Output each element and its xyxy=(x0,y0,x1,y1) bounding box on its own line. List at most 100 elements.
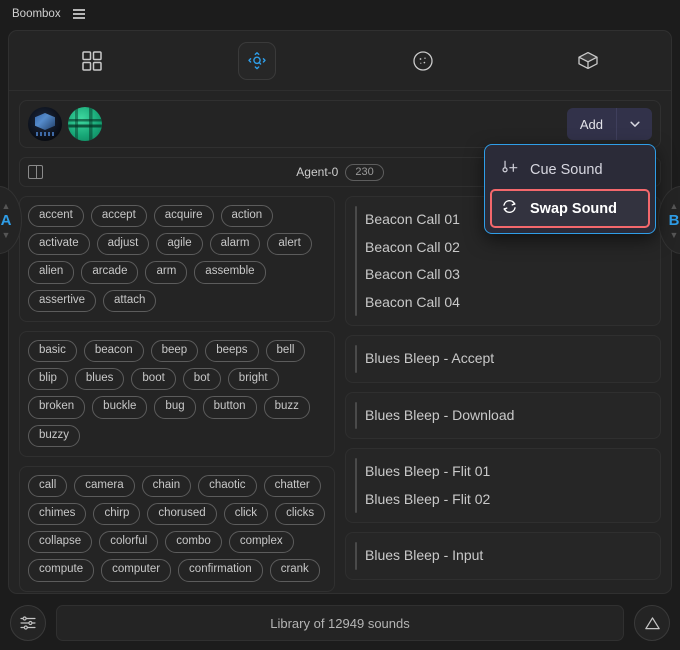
tag-pill[interactable]: bug xyxy=(154,396,196,419)
tag-pill[interactable]: assemble xyxy=(194,261,266,284)
sound-list-item[interactable]: Blues Bleep - Input xyxy=(346,542,660,570)
tag-pill[interactable]: combo xyxy=(165,531,222,554)
mode-button-explore[interactable] xyxy=(175,31,341,91)
tag-pill[interactable]: alert xyxy=(267,233,312,256)
mode-button-cube[interactable] xyxy=(506,31,672,91)
tag-pill[interactable]: beep xyxy=(150,339,199,363)
tag-pill[interactable]: bot xyxy=(182,368,221,391)
avatar[interactable] xyxy=(28,107,62,141)
sound-group: Blues Bleep - Accept xyxy=(345,335,661,383)
tag-pill[interactable]: activate xyxy=(28,233,90,256)
mode-button-circle[interactable] xyxy=(340,31,506,91)
tag-pill[interactable]: attach xyxy=(103,289,157,312)
main-card: Add Agent-0 230 accent accept acquire actio… xyxy=(8,30,672,594)
tag-pill[interactable]: confirmation xyxy=(178,559,263,582)
tag-group: call camera chain chaotic chatter chimes chirp… xyxy=(19,465,335,592)
sound-list-item[interactable]: Beacon Call 04 xyxy=(346,289,660,317)
tag-pill[interactable]: computer xyxy=(101,559,172,582)
cube-3d-icon xyxy=(569,42,607,80)
sound-pane: Beacon Call 01 Beacon Call 02 Beacon Call … xyxy=(345,196,661,593)
tag-pill[interactable]: broken xyxy=(28,396,86,419)
tag-pill[interactable]: call xyxy=(28,474,68,497)
hamburger-menu-icon[interactable] xyxy=(72,9,85,19)
avatar-add-row: Add xyxy=(19,100,661,148)
tag-pill[interactable]: alarm xyxy=(209,233,261,256)
add-button[interactable]: Add xyxy=(567,108,616,140)
tag-pill[interactable]: button xyxy=(202,396,257,419)
menu-item-label: Cue Sound xyxy=(530,161,603,178)
sound-list-item[interactable]: Blues Bleep - Flit 01 xyxy=(346,458,660,486)
tag-pill[interactable]: chorused xyxy=(147,502,217,526)
tag-pill[interactable]: chimes xyxy=(28,502,87,526)
app-title: Boombox xyxy=(12,8,61,20)
context-menu: Cue Sound Swap Sound xyxy=(484,144,656,234)
tag-pill[interactable]: bright xyxy=(227,368,279,391)
tag-pill[interactable]: buzzy xyxy=(28,424,81,447)
sound-list-item[interactable]: Blues Bleep - Download xyxy=(346,402,660,430)
tag-pill[interactable]: agile xyxy=(156,233,203,256)
tag-pill[interactable]: buckle xyxy=(92,396,148,419)
tag-pill[interactable]: acquire xyxy=(153,205,214,228)
tag-pill[interactable]: buzz xyxy=(263,396,310,419)
menu-item-label: Swap Sound xyxy=(530,200,617,217)
avatar[interactable] xyxy=(68,107,102,141)
sound-group: Blues Bleep - Flit 01 Blues Bleep - Flit … xyxy=(345,448,661,523)
sound-group: Blues Bleep - Download xyxy=(345,391,661,439)
swap-arrows-icon xyxy=(500,197,519,220)
tag-pill[interactable]: camera xyxy=(74,474,135,497)
tag-pill[interactable]: clicks xyxy=(275,502,326,526)
title-bar: Boombox xyxy=(0,0,680,28)
tag-pill[interactable]: assertive xyxy=(28,289,97,312)
library-count-label: Library of 12949 sounds xyxy=(270,615,410,631)
chevron-up-icon: ▲ xyxy=(669,200,679,211)
tag-group: accent accept acquire action activate adjust a… xyxy=(19,196,335,322)
chevron-down-icon: ▼ xyxy=(1,229,11,240)
sound-list-item[interactable]: Blues Bleep - Flit 02 xyxy=(346,486,660,514)
library-status-bar[interactable]: Library of 12949 sounds xyxy=(56,605,624,641)
tag-pill[interactable]: chatter xyxy=(263,474,321,497)
split-panel-icon[interactable] xyxy=(28,165,43,179)
tag-pill[interactable]: crank xyxy=(269,559,320,582)
search-navigate-icon xyxy=(238,41,277,80)
sound-list-item[interactable]: Blues Bleep - Accept xyxy=(346,345,660,373)
tag-pill[interactable]: colorful xyxy=(99,531,159,554)
circle-dots-icon xyxy=(404,42,442,80)
tag-pill[interactable]: alien xyxy=(28,261,75,284)
tag-pill[interactable]: basic xyxy=(28,339,77,363)
sound-list-item[interactable]: Beacon Call 03 xyxy=(346,261,660,289)
triangle-up-icon[interactable] xyxy=(634,605,670,641)
menu-item-cue-sound[interactable]: Cue Sound xyxy=(490,150,650,189)
tag-pill[interactable]: click xyxy=(223,502,269,526)
tag-pill[interactable]: chaotic xyxy=(198,474,257,497)
tag-pill[interactable]: chain xyxy=(141,474,192,497)
tag-pill[interactable]: action xyxy=(220,205,274,228)
menu-item-swap-sound[interactable]: Swap Sound xyxy=(490,189,650,228)
tag-pill[interactable]: bell xyxy=(265,339,306,363)
chevron-up-icon: ▲ xyxy=(1,200,11,211)
sliders-mixer-icon[interactable] xyxy=(10,605,46,641)
tag-pill[interactable]: adjust xyxy=(96,233,150,256)
tag-pill[interactable]: beeps xyxy=(205,339,259,363)
tag-pill[interactable]: arcade xyxy=(81,261,139,284)
mode-button-grid[interactable] xyxy=(9,31,175,91)
tag-pill[interactable]: accent xyxy=(28,205,84,228)
tag-pill[interactable]: complex xyxy=(228,531,294,554)
tag-pill[interactable]: arm xyxy=(145,261,188,284)
tag-pane: accent accept acquire action activate adjust a… xyxy=(19,196,335,593)
app-window: Boombox Add Agent-0 230 accent accept ac… xyxy=(0,0,680,650)
chevron-down-icon: ▼ xyxy=(669,229,679,240)
tag-group: basic beacon beep beeps bell blip blues boot bot… xyxy=(19,330,335,457)
add-split-button: Add xyxy=(566,108,652,140)
tag-pill[interactable]: accept xyxy=(90,205,147,228)
mode-toolbar xyxy=(9,31,671,91)
tag-pill[interactable]: beacon xyxy=(83,339,144,363)
sound-list-item[interactable]: Beacon Call 02 xyxy=(346,234,660,262)
tag-pill[interactable]: collapse xyxy=(28,531,93,554)
tag-pill[interactable]: chirp xyxy=(93,502,141,526)
chevron-down-icon[interactable] xyxy=(616,108,652,140)
tag-pill[interactable]: blues xyxy=(74,368,125,391)
side-handle-b-label: B xyxy=(668,211,680,229)
tag-pill[interactable]: blip xyxy=(28,368,68,391)
tag-pill[interactable]: compute xyxy=(28,559,95,582)
tag-pill[interactable]: boot xyxy=(131,368,176,391)
